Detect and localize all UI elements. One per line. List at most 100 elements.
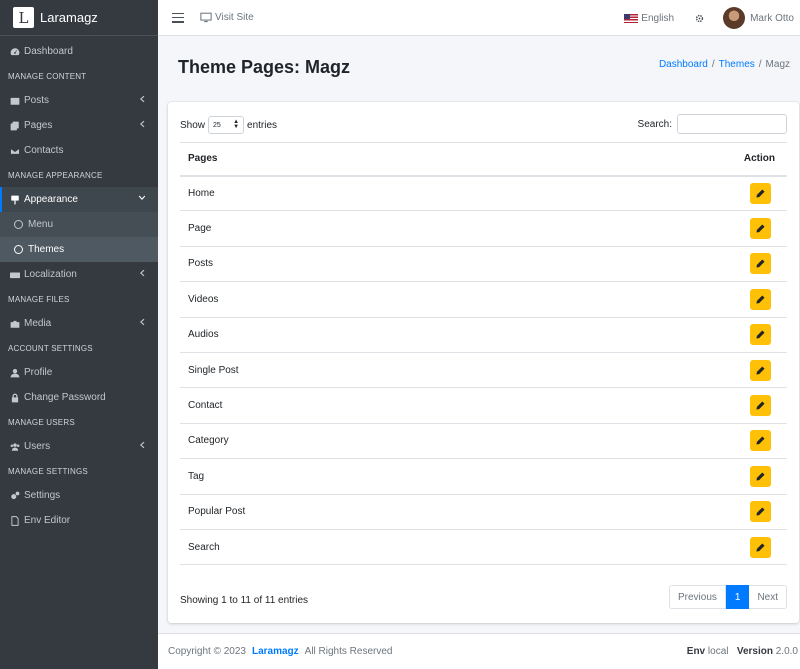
edit-button[interactable]: [750, 465, 771, 487]
action-cell: [520, 529, 787, 566]
cogs-icon: [9, 490, 21, 502]
column-action[interactable]: Action: [520, 142, 787, 177]
entries-length-control: Show 25 ▲ ▼ entries: [180, 116, 277, 134]
footer-brand-link[interactable]: Laramagz: [252, 646, 299, 657]
sidebar-item-menu[interactable]: Menu: [0, 212, 158, 237]
page-name-cell: Contact: [180, 387, 521, 424]
sidebar-item-label: Contacts: [24, 145, 64, 156]
page-name-cell: Videos: [180, 281, 521, 318]
edit-button[interactable]: [750, 395, 771, 417]
nav-header-manage-appearance: MANAGE APPEARANCE: [8, 170, 103, 180]
footer-copyright: Copyright © 2023: [168, 646, 246, 657]
sidebar-item-localization[interactable]: Localization: [0, 262, 158, 287]
pages-card: Show 25 ▲ ▼ entries Search: Pages Action …: [168, 102, 799, 623]
next-page-button[interactable]: Next: [749, 585, 787, 609]
table-row: Search: [180, 529, 787, 566]
action-cell: [520, 352, 787, 389]
chevron-left-icon: [138, 95, 148, 105]
sidebar-item-label: Appearance: [24, 194, 78, 205]
sidebar-item-themes[interactable]: Themes: [0, 237, 158, 262]
show-label: Show: [180, 119, 206, 131]
chevron-left-icon: [138, 441, 148, 451]
avatar[interactable]: [723, 7, 746, 29]
sidebar-item-label: Themes: [28, 244, 65, 255]
sidebar-item-label: Profile: [24, 367, 53, 378]
sidebar-item-media[interactable]: Media: [0, 311, 158, 336]
sidebar-item-profile[interactable]: Profile: [0, 360, 158, 385]
sidebar-item-label: Dashboard: [24, 46, 73, 57]
page-name-cell: Audios: [180, 317, 521, 353]
table-row: Category: [180, 423, 787, 460]
previous-page-button[interactable]: Previous: [668, 585, 726, 609]
sidebar-item-label: Posts: [24, 95, 50, 106]
pencil-icon: [756, 366, 765, 375]
env-value: local: [707, 646, 729, 657]
nav-header-account-settings: ACCOUNT SETTINGS: [8, 343, 93, 353]
brand-link[interactable]: L Laramagz: [0, 0, 158, 36]
select-arrows-icon: ▲ ▼: [233, 119, 240, 130]
sidebar-item-appearance[interactable]: Appearance: [0, 187, 158, 212]
sidebar-item-posts[interactable]: Posts: [0, 88, 158, 113]
page-1-button[interactable]: 1: [725, 585, 750, 609]
sidebar-item-label: Pages: [24, 120, 53, 131]
breadcrumb: Dashboard / Themes / Magz: [659, 59, 790, 70]
page-title: Theme Pages: Magz: [178, 57, 351, 77]
edit-button[interactable]: [750, 359, 771, 381]
edit-button[interactable]: [750, 501, 771, 523]
column-pages[interactable]: Pages: [180, 142, 521, 177]
edit-button[interactable]: [750, 430, 771, 452]
sidebar-item-settings[interactable]: Settings: [0, 483, 158, 508]
breadcrumb-dashboard[interactable]: Dashboard: [659, 59, 708, 70]
edit-button[interactable]: [750, 288, 771, 310]
env-label: Env: [686, 646, 706, 657]
visit-site-link[interactable]: Visit Site: [200, 12, 254, 23]
edit-button[interactable]: [750, 182, 771, 204]
brand-logo: L: [13, 7, 34, 28]
edit-button[interactable]: [750, 218, 771, 240]
page-name-cell: Popular Post: [180, 494, 521, 530]
pencil-icon: [756, 436, 765, 445]
action-cell: [520, 387, 787, 424]
language-dropdown[interactable]: English: [641, 13, 674, 24]
language-icon: [9, 269, 21, 281]
settings-icon[interactable]: [694, 13, 705, 24]
search-input[interactable]: [677, 114, 787, 134]
sidebar-item-label: Localization: [24, 269, 77, 280]
copy-icon: [9, 120, 21, 132]
pencil-icon: [756, 401, 765, 410]
action-cell: [520, 210, 787, 247]
edit-button[interactable]: [750, 536, 771, 558]
users-icon: [9, 441, 21, 453]
appearance-submenu: Menu Themes: [0, 212, 158, 262]
table-header-row: Pages Action: [180, 142, 787, 177]
menu-toggle-icon[interactable]: [172, 12, 184, 23]
breadcrumb-themes[interactable]: Themes: [719, 59, 755, 70]
footer: Copyright © 2023 Laramagz All Rights Res…: [158, 633, 800, 669]
desktop-icon: [200, 12, 212, 23]
pencil-icon: [756, 507, 765, 516]
chevron-left-icon: [138, 269, 148, 279]
sidebar: L Laramagz Dashboard MANAGE CONTENT Post…: [0, 0, 158, 669]
sidebar-item-change-password[interactable]: Change Password: [0, 385, 158, 410]
sidebar-item-contacts[interactable]: Contacts: [0, 138, 158, 163]
visit-site-label: Visit Site: [215, 12, 254, 23]
sidebar-item-pages[interactable]: Pages: [0, 113, 158, 138]
user-name[interactable]: Mark Otto: [750, 13, 794, 24]
sidebar-item-dashboard[interactable]: Dashboard: [0, 39, 158, 64]
edit-button[interactable]: [750, 324, 771, 346]
entries-select[interactable]: 25 ▲ ▼: [208, 116, 245, 134]
newspaper-icon: [9, 95, 21, 107]
us-flag-icon: [624, 13, 639, 23]
pencil-icon: [756, 330, 765, 339]
version-label: Version: [736, 646, 773, 657]
edit-button[interactable]: [750, 253, 771, 275]
page-name-cell: Search: [180, 529, 521, 566]
user-icon: [9, 367, 21, 379]
breadcrumb-separator: /: [711, 59, 715, 70]
nav-header-manage-files: MANAGE FILES: [8, 294, 70, 304]
nav-header-manage-settings: MANAGE SETTINGS: [8, 466, 88, 476]
sidebar-item-users[interactable]: Users: [0, 434, 158, 459]
sidebar-item-env-editor[interactable]: Env Editor: [0, 508, 158, 533]
table-row: Audios: [180, 317, 787, 353]
pages-table: Pages Action Home Page Posts Videos Audios Si…: [180, 142, 787, 566]
